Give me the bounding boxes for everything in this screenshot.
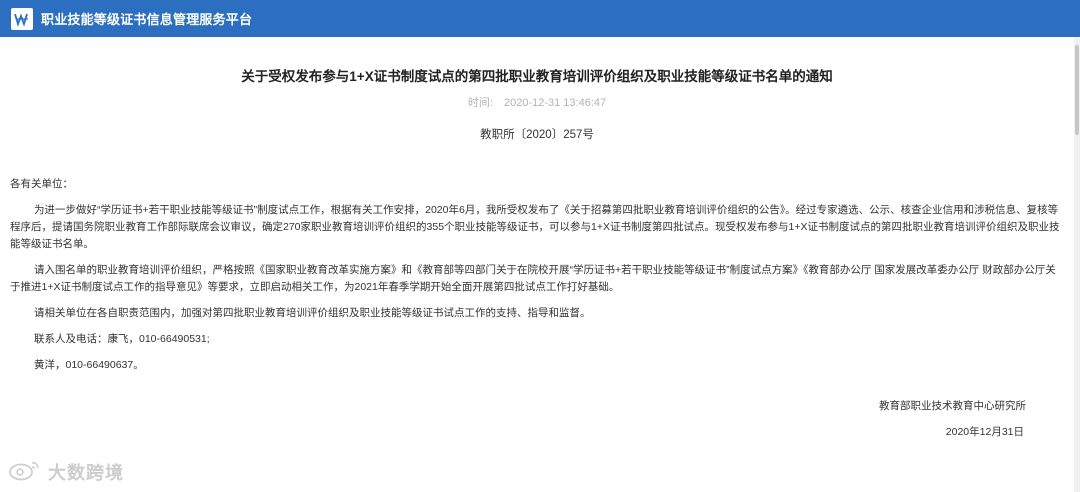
paragraph-2: 请入围名单的职业教育培训评价组织，严格按照《国家职业教育改革实施方案》和《教育部… xyxy=(10,264,1056,293)
article-title: 关于受权发布参与1+X证书制度试点的第四批职业教育培训评价组织及职业技能等级证书… xyxy=(241,69,833,84)
watermark: 大数跨境 xyxy=(8,458,124,486)
contact-line-1: 联系人及电话：康飞，010-66490531; xyxy=(34,333,210,345)
article-content: 关于受权发布参与1+X证书制度试点的第四批职业教育培训评价组织及职业技能等级证书… xyxy=(0,37,1074,492)
paragraph-1: 为进一步做好“学历证书+若干职业技能等级证书”制度试点工作，根据有关工作安排，2… xyxy=(10,204,1060,250)
publish-time: 2020-12-31 13:46:47 xyxy=(503,97,607,109)
time-label: 时间: xyxy=(467,97,493,109)
signature: 教育部职业技术教育中心研究所 xyxy=(879,400,1026,412)
platform-logo-icon[interactable] xyxy=(11,7,33,30)
document-number: 教职所〔2020〕257号 xyxy=(480,129,594,141)
document-date: 2020年12月31日 xyxy=(945,426,1024,438)
watermark-text: 大数跨境 xyxy=(48,463,124,483)
vertical-scrollbar[interactable] xyxy=(1074,37,1080,492)
article-meta: 时间: 2020-12-31 13:46:47 xyxy=(0,94,1074,110)
header-bar: 职业技能等级证书信息管理服务平台 xyxy=(0,0,1080,37)
contact-line-2: 黄洋，010-66490637。 xyxy=(34,359,144,371)
weibo-logo-icon xyxy=(8,459,42,486)
scrollbar-thumb[interactable] xyxy=(1075,45,1079,135)
article-body: 各有关单位： 为进一步做好“学历证书+若干职业技能等级证书”制度试点工作，根据有… xyxy=(10,176,1060,383)
salutation: 各有关单位： xyxy=(10,178,73,190)
paragraph-3: 请相关单位在各自职责范围内，加强对第四批职业教育培训评价组织及职业技能等级证书试… xyxy=(34,307,591,319)
brand-name[interactable]: 职业技能等级证书信息管理服务平台 xyxy=(41,9,252,28)
